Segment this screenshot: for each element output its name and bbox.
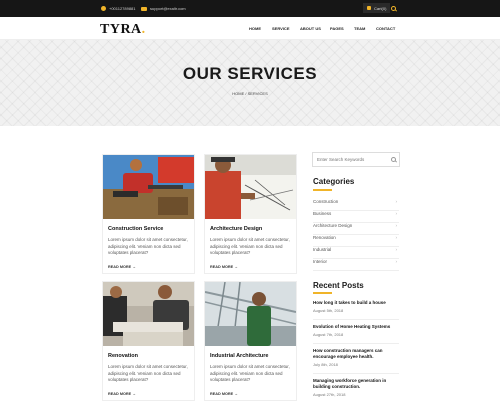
read-more-link[interactable]: READ MORE → xyxy=(210,265,238,269)
search-icon[interactable] xyxy=(391,6,396,11)
brand-name: TYRA xyxy=(100,22,142,37)
category-label: Business xyxy=(313,211,332,216)
post-divider xyxy=(313,319,399,320)
nav-about-us[interactable]: ABOUT US xyxy=(300,26,321,31)
email-address: support@exaltr.com xyxy=(150,6,186,11)
service-card-architecture[interactable]: Architecture Design Lorem ipsum dolor si… xyxy=(204,154,297,274)
post-title[interactable]: Managing workforce generation in buildin… xyxy=(313,378,399,390)
post-date: July 8th, 2018 xyxy=(313,362,338,367)
search-icon[interactable] xyxy=(391,157,396,162)
email-contact[interactable]: support@exaltr.com xyxy=(141,6,186,11)
chevron-right-icon: › xyxy=(395,247,398,252)
nav-team[interactable]: TEAM xyxy=(354,26,365,31)
category-item[interactable]: Industrial › xyxy=(313,247,399,259)
service-photo xyxy=(205,282,296,346)
service-title: Construction Service xyxy=(108,226,164,232)
read-more-link[interactable]: READ MORE → xyxy=(108,265,136,269)
recent-post[interactable]: Evolution of Home Heating Systems August… xyxy=(313,324,399,344)
phone-icon xyxy=(101,6,106,11)
service-card-construction[interactable]: Construction Service Lorem ipsum dolor s… xyxy=(102,154,195,274)
post-date: August 7th, 2018 xyxy=(313,332,344,337)
cart-icon xyxy=(367,6,371,10)
category-item[interactable]: Architecture Design › xyxy=(313,223,399,235)
category-item[interactable]: Construction › xyxy=(313,199,399,211)
categories-underline xyxy=(313,189,332,191)
recent-posts-title: Recent Posts xyxy=(313,281,364,290)
sidebar-search xyxy=(312,152,400,167)
category-item[interactable]: Business › xyxy=(313,211,399,223)
post-title[interactable]: Evolution of Home Heating Systems xyxy=(313,324,399,330)
nav-service[interactable]: SERVICE xyxy=(272,26,290,31)
category-label: Renovation xyxy=(313,235,336,240)
brand-logo[interactable]: TYRA. xyxy=(100,22,146,38)
phone-number: +00112789881 xyxy=(109,6,136,11)
service-photo xyxy=(205,155,296,219)
read-more-link[interactable]: READ MORE → xyxy=(210,392,238,396)
service-description: Lorem ipsum dolor sit amet consectetur, … xyxy=(108,364,188,382)
service-card-industrial[interactable]: Industrial Architecture Lorem ipsum dolo… xyxy=(204,281,297,401)
mail-icon xyxy=(141,6,147,11)
brand-dot: . xyxy=(141,22,146,37)
category-item[interactable]: Interior › xyxy=(313,259,399,271)
recent-post[interactable]: How construction managers can encourage … xyxy=(313,348,399,374)
post-divider xyxy=(313,373,399,374)
recent-posts-underline xyxy=(313,292,332,294)
service-description: Lorem ipsum dolor sit amet consectetur, … xyxy=(210,237,290,255)
post-title[interactable]: How construction managers can encourage … xyxy=(313,348,399,360)
category-label: Construction xyxy=(313,199,339,204)
chevron-right-icon: › xyxy=(395,235,398,240)
post-date: August 27th, 2018 xyxy=(313,392,346,397)
chevron-right-icon: › xyxy=(395,259,398,264)
phone-contact[interactable]: +00112789881 xyxy=(101,6,136,11)
category-item[interactable]: Renovation › xyxy=(313,235,399,247)
service-title: Industrial Architecture xyxy=(210,353,269,359)
top-bar: +00112789881 support@exaltr.com Cart(0) xyxy=(0,0,500,17)
post-divider xyxy=(313,343,399,344)
nav-pages[interactable]: PAGES xyxy=(330,26,344,31)
chevron-right-icon: › xyxy=(395,223,398,228)
chevron-right-icon: › xyxy=(395,211,398,216)
cart-label: Cart(0) xyxy=(374,5,387,11)
page-banner: OUR SERVICES HOME / SERVICES xyxy=(0,40,500,126)
category-label: Architecture Design xyxy=(313,223,353,228)
recent-post[interactable]: How long it takes to build a house Augus… xyxy=(313,300,399,320)
nav-contact[interactable]: CONTACT xyxy=(376,26,395,31)
service-card-renovation[interactable]: Renovation Lorem ipsum dolor sit amet co… xyxy=(102,281,195,401)
breadcrumb[interactable]: HOME / SERVICES xyxy=(0,91,500,96)
post-date: August 5th, 2018 xyxy=(313,308,344,313)
post-title[interactable]: How long it takes to build a house xyxy=(313,300,399,306)
category-label: Interior xyxy=(313,259,328,264)
service-title: Renovation xyxy=(108,353,138,359)
categories-title: Categories xyxy=(313,177,355,186)
read-more-link[interactable]: READ MORE → xyxy=(108,392,136,396)
cart-button[interactable]: Cart(0) xyxy=(363,3,391,13)
chevron-right-icon: › xyxy=(395,199,398,204)
category-label: Industrial xyxy=(313,247,332,252)
page-title: OUR SERVICES xyxy=(182,64,318,83)
search-input[interactable] xyxy=(313,153,387,166)
service-photo xyxy=(103,282,194,346)
nav-home[interactable]: HOME xyxy=(249,26,261,31)
service-title: Architecture Design xyxy=(210,226,263,232)
service-photo xyxy=(103,155,194,219)
recent-post[interactable]: Managing workforce generation in buildin… xyxy=(313,378,399,397)
service-description: Lorem ipsum dolor sit amet consectetur, … xyxy=(210,364,290,382)
service-description: Lorem ipsum dolor sit amet consectetur, … xyxy=(108,237,188,255)
